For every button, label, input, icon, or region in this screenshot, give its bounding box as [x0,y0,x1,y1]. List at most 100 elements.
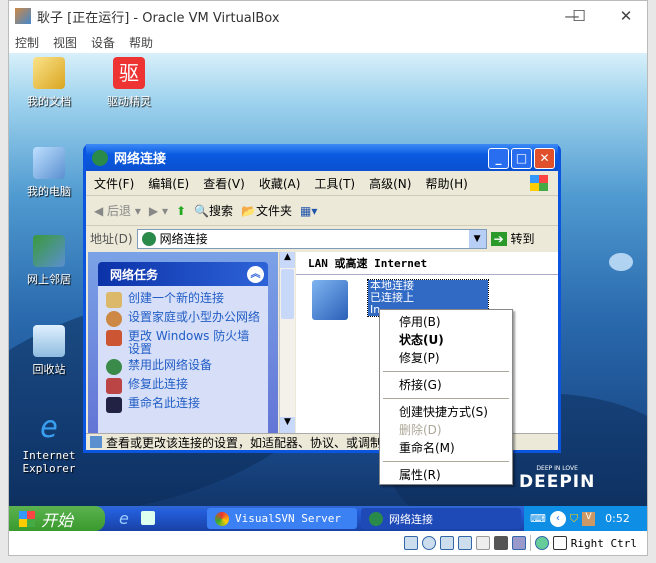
task-repair-connection[interactable]: 修复此连接 [106,378,260,394]
network-tasks-header[interactable]: 网络任务 ︽ [98,262,268,286]
task-firewall-settings[interactable]: 更改 Windows 防火墙设置 [106,330,260,356]
back-button[interactable]: ◀ 后退 ▾ [94,202,141,219]
task-list: 创建一个新的连接 设置家庭或小型办公网络 更改 Windows 防火墙设置 禁用… [98,286,268,436]
window-close-button[interactable]: ✕ [534,148,555,169]
menu-edit[interactable]: 编辑(E) [148,175,189,192]
windows-logo-icon [530,175,548,191]
menu-favorites[interactable]: 收藏(A) [259,175,301,192]
show-hidden-icons-button[interactable]: ‹ [549,510,566,527]
menu-view[interactable]: 视图 [53,34,77,51]
context-menu-item[interactable]: 状态(U) [380,331,512,349]
shared-folders-icon[interactable] [475,536,490,550]
network-globe-icon [92,149,108,166]
taskbar-item-network-connections[interactable]: 网络连接 [361,508,521,529]
desktop-icon-network-places[interactable]: 网上邻居 [11,235,87,287]
task-create-connection[interactable]: 创建一个新的连接 [106,292,260,308]
vbox-status-bar: Right Ctrl [9,531,647,555]
internet-explorer-icon: e [39,410,59,445]
security-shield-icon[interactable]: ⛉ [570,512,578,526]
quicklaunch-desktop-icon[interactable] [141,511,155,525]
start-button[interactable]: 开始 [9,506,105,531]
menu-control[interactable]: 控制 [15,34,39,51]
context-menu-item[interactable]: 停用(B) [380,313,512,331]
collapse-chevron-icon[interactable]: ︽ [247,265,264,283]
menu-help[interactable]: 帮助(H) [425,175,467,192]
vbox-additions-icon[interactable]: V [582,511,596,526]
context-menu-item[interactable]: 属性(R) [380,466,512,484]
icon-label: 驱动精灵 [107,95,151,108]
close-button[interactable]: ✕ [611,7,641,25]
icon-label: 回收站 [32,363,66,376]
search-button[interactable]: 🔍搜索 [194,202,233,219]
icon-label: Internet Explorer [22,449,76,475]
keyboard-capture-icon[interactable] [552,536,567,550]
desktop-icon-ie[interactable]: e Internet Explorer [11,410,87,476]
views-button[interactable]: ▦▾ [300,204,317,218]
desktop-icon-my-computer[interactable]: 我的电脑 [11,147,87,199]
guest-screen[interactable]: 我的文档 驱驱动精灵 我的电脑 网上邻居 回收站 e Internet Explo… [9,53,647,531]
menu-separator [383,461,509,462]
window-titlebar[interactable]: 网络连接 _ □ ✕ [86,144,558,171]
window-menubar: 文件(F) 编辑(E) 查看(V) 收藏(A) 工具(T) 高级(N) 帮助(H… [86,171,558,196]
window-minimize-button[interactable]: _ [488,148,509,169]
desktop-icon-driver-genius[interactable]: 驱驱动精灵 [91,57,167,109]
menu-file[interactable]: 文件(F) [94,175,134,192]
window-maximize-button[interactable]: □ [511,148,532,169]
task-setup-home-network[interactable]: 设置家庭或小型办公网络 [106,311,260,327]
vbox-app-icon [15,8,31,24]
folders-button[interactable]: 📂文件夹 [241,202,292,219]
network-globe-icon [141,231,156,246]
icon-label: 我的电脑 [27,185,71,198]
menu-view[interactable]: 查看(V) [203,175,245,192]
menu-help[interactable]: 帮助 [129,34,153,51]
new-connection-icon [106,292,122,308]
context-menu-item[interactable]: 桥接(G) [380,376,512,394]
keyboard-icon[interactable]: ⌨ [530,512,546,525]
cpu-icon[interactable] [511,536,526,550]
toolbar: ◀ 后退 ▾ ▶ ▾ ⬆ 🔍搜索 📂文件夹 ▦▾ [86,196,558,226]
dropdown-arrow-icon[interactable]: ▼ [468,229,486,248]
connection-status: 已连接上 [370,291,414,304]
desktop-icon-my-documents[interactable]: 我的文档 [11,57,87,109]
network-connection-icon [312,280,348,320]
optical-drive-icon[interactable] [421,536,436,550]
icon-label: 网上邻居 [27,273,71,286]
taskbar-item-visualsvn[interactable]: VisualSVN Server [207,508,357,529]
firewall-icon [106,330,122,346]
quicklaunch-ie-icon[interactable]: e [119,509,129,528]
address-bar: 地址(D) 网络连接 ▼ ➔ 转到 [86,226,558,251]
host-key-label: Right Ctrl [570,536,637,550]
system-tray: ⌨ ‹ ⛉ V 0:52 [524,506,647,531]
network-places-icon [33,235,65,267]
status-text: 查看或更改该连接的设置，如适配器、协议、或调制 [106,435,383,450]
context-menu: 停用(B) 状态(U) 修复(P) 桥接(G) 创建快捷方式(S) 删除(D) 重命名(M)… [379,309,513,485]
context-menu-item[interactable]: 修复(P) [380,349,512,367]
wrench-icon [106,378,122,394]
desktop-icon-recycle-bin[interactable]: 回收站 [11,325,87,377]
address-label: 地址(D) [90,232,133,246]
context-menu-item[interactable]: 重命名(M) [380,439,512,457]
context-menu-item[interactable]: 创建快捷方式(S) [380,403,512,421]
task-pane-scrollbar[interactable]: ▲ ▼ [279,252,295,433]
video-capture-icon[interactable] [493,536,508,550]
mouse-integration-icon[interactable] [534,536,549,550]
task-pane: 网络任务 ︽ 创建一个新的连接 设置家庭或小型办公网络 更改 Windows 防火… [88,252,278,436]
address-input[interactable]: 网络连接 ▼ [136,228,487,249]
deepin-logo: DEEP IN LOVE DEEPIN [519,465,596,492]
up-folder-icon[interactable]: ⬆ [176,204,186,218]
forward-button[interactable]: ▶ ▾ [149,204,168,218]
menu-separator [383,371,509,372]
menu-devices[interactable]: 设备 [91,34,115,51]
menu-tools[interactable]: 工具(T) [314,175,355,192]
usb-icon[interactable] [439,536,454,550]
hard-disk-icon[interactable] [403,536,418,550]
task-disable-device[interactable]: 禁用此网络设备 [106,359,260,375]
go-button[interactable]: ➔ 转到 [490,230,535,247]
task-rename-connection[interactable]: 重命名此连接 [106,397,260,413]
go-arrow-icon: ➔ [490,232,507,246]
maximize-button[interactable]: ☐ [564,7,594,25]
network-adapter-icon[interactable] [457,536,472,550]
disable-network-icon [106,359,122,375]
address-value: 网络连接 [159,232,208,246]
menu-advanced[interactable]: 高级(N) [369,175,411,192]
